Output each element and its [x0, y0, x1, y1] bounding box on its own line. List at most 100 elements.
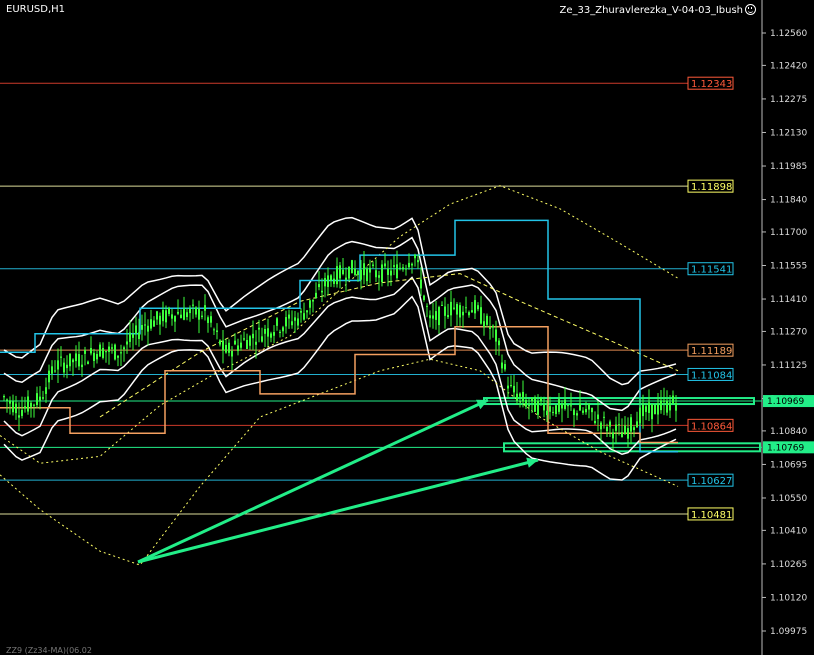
candle-body	[45, 387, 47, 394]
candle-body	[303, 313, 305, 320]
candle-body	[246, 339, 248, 350]
candle-body	[507, 385, 509, 389]
candle-body	[552, 411, 554, 413]
candle-body	[513, 385, 515, 393]
price-tick-label: 1.11270	[770, 327, 807, 337]
candle-body	[198, 308, 200, 320]
candle-body	[171, 314, 173, 319]
price-tick-label: 1.11700	[770, 228, 807, 238]
candle-body	[465, 307, 467, 309]
candle-body	[150, 319, 152, 329]
candle-body	[261, 336, 263, 342]
candle-body	[591, 407, 593, 413]
candle-body	[78, 354, 80, 367]
candle-body	[33, 404, 35, 406]
candle-body	[111, 347, 113, 349]
candle-body	[300, 311, 302, 313]
candle-body	[93, 352, 95, 361]
candle-body	[336, 266, 338, 285]
candle-body	[210, 316, 212, 323]
candle-body	[294, 317, 296, 321]
candle-body	[153, 320, 155, 327]
candle-body	[615, 424, 617, 431]
price-tick-label: 1.10265	[770, 560, 807, 570]
price-chart[interactable]: 1.12343 1.11898 1.11541 1.11189 1.11084 1.108…	[0, 0, 814, 655]
candle-body	[234, 340, 236, 345]
candle-body	[222, 340, 224, 351]
candle-body	[24, 406, 26, 409]
candle-body	[177, 311, 179, 314]
candle-body	[585, 408, 587, 413]
candle-body	[672, 395, 674, 404]
candle-body	[393, 265, 395, 267]
candle-body	[471, 310, 473, 313]
candle-body	[327, 275, 329, 287]
candle-body	[312, 299, 314, 302]
candle-body	[639, 407, 641, 424]
candle-body	[3, 395, 5, 398]
candle-body	[432, 315, 434, 319]
candle-body	[528, 404, 530, 407]
candle-body	[588, 404, 590, 410]
candle-body	[318, 284, 320, 288]
candle-body	[534, 397, 536, 412]
candle-body	[108, 346, 110, 352]
price-tick-label: 1.12420	[770, 61, 807, 71]
candle-body	[225, 344, 227, 353]
candle-body	[381, 264, 383, 282]
candle-body	[603, 416, 605, 418]
candle-body	[621, 432, 623, 438]
candle-body	[504, 364, 506, 370]
candle-body	[135, 325, 137, 334]
candle-body	[48, 370, 50, 383]
candle-body	[162, 309, 164, 322]
candle-body	[612, 432, 614, 439]
candle-body	[630, 417, 632, 432]
candle-body	[255, 341, 257, 345]
candle-body	[69, 353, 71, 367]
candle-body	[165, 310, 167, 323]
candle-body	[297, 318, 299, 326]
candle-body	[282, 327, 284, 332]
candle-body	[96, 353, 98, 360]
candle-body	[648, 402, 650, 413]
level-price-label: 1.10864	[691, 421, 732, 432]
candle-body	[231, 350, 233, 357]
candle-body	[576, 413, 578, 416]
candle-body	[444, 306, 446, 316]
candle-body	[549, 406, 551, 412]
level-price-label: 1.10481	[691, 510, 732, 521]
candle-body	[159, 315, 161, 325]
candle-body	[447, 315, 449, 318]
candle-body	[186, 312, 188, 318]
candle-body	[543, 404, 545, 411]
candle-body	[624, 425, 626, 434]
candle-body	[264, 329, 266, 334]
candle-body	[435, 311, 437, 320]
candle-body	[132, 334, 134, 338]
candle-body	[669, 402, 671, 411]
symbol-timeframe-label: EURUSD,H1	[6, 4, 66, 15]
candle-body	[597, 414, 599, 420]
candle-body	[387, 268, 389, 275]
candle-body	[636, 421, 638, 428]
candle-body	[129, 332, 131, 342]
indicator-name-text: Ze_33_Zhuravlerezka_V-04-03_Ibush	[559, 5, 743, 16]
candle-body	[54, 370, 56, 372]
candle-body	[9, 400, 11, 404]
candle-body	[276, 318, 278, 326]
candle-body	[51, 366, 53, 374]
price-tick-label: 1.12130	[770, 128, 807, 138]
current-price-label: 1.10969	[767, 397, 804, 407]
candle-body	[516, 393, 518, 401]
candle-body	[57, 360, 59, 370]
candle-body	[372, 264, 374, 266]
candle-body	[21, 409, 23, 416]
candle-body	[417, 260, 419, 263]
candle-body	[429, 315, 431, 319]
candle-body	[123, 347, 125, 350]
candle-body	[321, 290, 323, 293]
candle-body	[675, 403, 677, 411]
candle-body	[117, 355, 119, 358]
candle-body	[243, 338, 245, 340]
